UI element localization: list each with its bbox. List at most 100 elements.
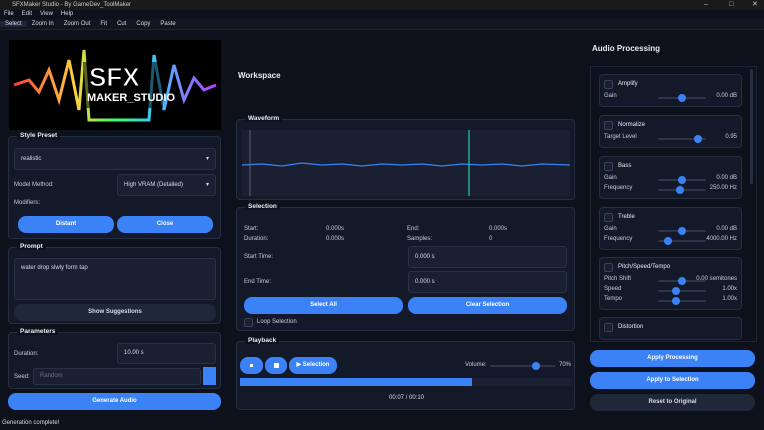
param-slider[interactable]	[658, 97, 706, 99]
end-label: End:	[407, 226, 419, 232]
show-suggestions-button[interactable]: Show Suggestions	[14, 304, 216, 321]
menu-file[interactable]: File	[4, 11, 14, 17]
param-slider[interactable]	[658, 300, 706, 302]
param-slider-handle[interactable]	[678, 227, 686, 235]
playback-title: Playback	[245, 337, 279, 344]
loop-selection-label: Loop Selection	[257, 319, 297, 325]
window-title: SFXMaker Studio - By GameDev_ToolMaker	[12, 2, 131, 8]
tool-select[interactable]: Select	[0, 21, 27, 27]
duration-value: 10.00 s	[124, 350, 144, 356]
effect-name: Distortion	[618, 324, 643, 330]
param-slider-handle[interactable]	[672, 297, 680, 305]
tool-zoom-out[interactable]: Zoom Out	[59, 21, 96, 27]
dropdown-arrow-icon: ▾	[206, 175, 209, 195]
param-label: Gain	[604, 175, 617, 181]
param-slider[interactable]	[658, 240, 706, 242]
tool-cut[interactable]: Cut	[112, 21, 131, 27]
loop-selection-checkbox[interactable]	[244, 318, 253, 327]
start-time-value: 0.000 s	[415, 254, 435, 260]
menu-bar: File Edit View Help	[0, 10, 764, 19]
model-value: High VRAM (Detailed)	[124, 182, 183, 188]
end-time-value: 0.000 s	[415, 279, 435, 285]
seed-random-button[interactable]	[203, 367, 216, 385]
effect-distortion: Distortion	[599, 317, 742, 340]
effect-name: Normalize	[618, 122, 645, 128]
style-preset-select[interactable]: realistic▾	[14, 148, 216, 170]
play-button[interactable]	[240, 357, 263, 374]
play-selection-button[interactable]: ▶ Selection	[289, 357, 337, 374]
start-time-spinbox[interactable]: 0.000 s	[408, 246, 567, 268]
param-slider-handle[interactable]	[694, 135, 702, 143]
effect-enable-checkbox[interactable]	[604, 162, 613, 171]
duration-spinbox[interactable]: 10.00 s	[117, 343, 216, 364]
reset-to-original-button[interactable]: Reset to Original	[590, 394, 755, 411]
tool-paste[interactable]: Paste	[155, 21, 180, 27]
prompt-input[interactable]: water drop slwly form tap	[14, 258, 216, 300]
clear-selection-button[interactable]: Clear Selection	[408, 297, 567, 314]
volume-slider-handle[interactable]	[532, 362, 540, 370]
waveform-graph	[242, 130, 570, 196]
effect-enable-checkbox[interactable]	[604, 80, 613, 89]
apply-processing-button[interactable]: Apply Processing	[590, 350, 755, 367]
stop-icon	[274, 363, 279, 368]
effects-scrollbar[interactable]	[750, 69, 753, 184]
apply-to-selection-button[interactable]: Apply to Selection	[590, 372, 755, 389]
param-value: 4000.00 Hz	[706, 236, 737, 242]
select-all-button[interactable]: Select All	[244, 297, 403, 314]
tool-copy[interactable]: Copy	[131, 21, 155, 27]
param-slider[interactable]	[658, 189, 706, 191]
generate-audio-button[interactable]: Generate Audio	[8, 393, 221, 410]
style-preset-title: Style Preset	[17, 132, 60, 139]
param-slider-handle[interactable]	[672, 287, 680, 295]
effect-enable-checkbox[interactable]	[604, 263, 613, 272]
effect-enable-checkbox[interactable]	[604, 121, 613, 130]
modifiers-label: Modifiers:	[14, 200, 40, 206]
param-value: 0.00 semitones	[696, 276, 737, 282]
modifier-distant-button[interactable]: Distant	[18, 216, 114, 233]
effect-name: Pitch/Speed/Tempo	[618, 264, 670, 270]
samples-value: 0	[489, 236, 492, 242]
effect-enable-checkbox[interactable]	[604, 213, 613, 222]
effect-bass: BassGain 0.00 dBFrequency 250.00 Hz	[599, 156, 742, 199]
stop-button[interactable]	[265, 357, 287, 374]
menu-edit[interactable]: Edit	[22, 11, 32, 17]
param-value: 0.00 dB	[716, 93, 737, 99]
status-bar: Generation complete!	[2, 420, 59, 426]
seed-input[interactable]: Random	[33, 368, 201, 385]
effect-name: Treble	[618, 214, 635, 220]
close-button[interactable]: ✕	[752, 0, 758, 10]
modifier-close-button[interactable]: Close	[117, 216, 213, 233]
workspace-title: Workspace	[238, 71, 281, 80]
selection-title: Selection	[245, 203, 280, 210]
param-slider[interactable]	[658, 230, 706, 232]
param-slider-handle[interactable]	[664, 237, 672, 245]
param-slider-handle[interactable]	[678, 277, 686, 285]
model-method-select[interactable]: High VRAM (Detailed) ▾	[117, 174, 216, 196]
play-icon	[250, 364, 253, 367]
param-slider[interactable]	[658, 138, 706, 140]
prompt-panel: Prompt water drop slwly form tap Show Su…	[8, 247, 221, 324]
tool-zoom-in[interactable]: Zoom In	[27, 21, 59, 27]
minimize-button[interactable]: –	[704, 0, 708, 10]
duration-value: 0.000s	[326, 236, 344, 242]
tool-fit[interactable]: Fit	[95, 21, 112, 27]
param-slider-handle[interactable]	[676, 186, 684, 194]
waveform-canvas[interactable]	[242, 130, 570, 196]
param-slider-handle[interactable]	[678, 94, 686, 102]
param-slider[interactable]	[658, 290, 706, 292]
end-time-label: End Time:	[244, 279, 271, 285]
volume-slider[interactable]	[490, 365, 556, 367]
param-value: 0.00 dB	[716, 175, 737, 181]
param-slider-handle[interactable]	[678, 176, 686, 184]
samples-label: Samples:	[407, 236, 432, 242]
maximize-button[interactable]: □	[729, 0, 733, 10]
param-label: Tempo	[604, 296, 622, 302]
param-slider[interactable]	[658, 179, 706, 181]
param-label: Frequency	[604, 185, 632, 191]
seed-label: Seed:	[14, 374, 30, 380]
menu-view[interactable]: View	[40, 11, 53, 17]
effect-enable-checkbox[interactable]	[604, 323, 613, 332]
menu-help[interactable]: Help	[61, 11, 73, 17]
end-time-spinbox[interactable]: 0.000 s	[408, 271, 567, 293]
playback-progress-bar[interactable]	[240, 378, 572, 386]
